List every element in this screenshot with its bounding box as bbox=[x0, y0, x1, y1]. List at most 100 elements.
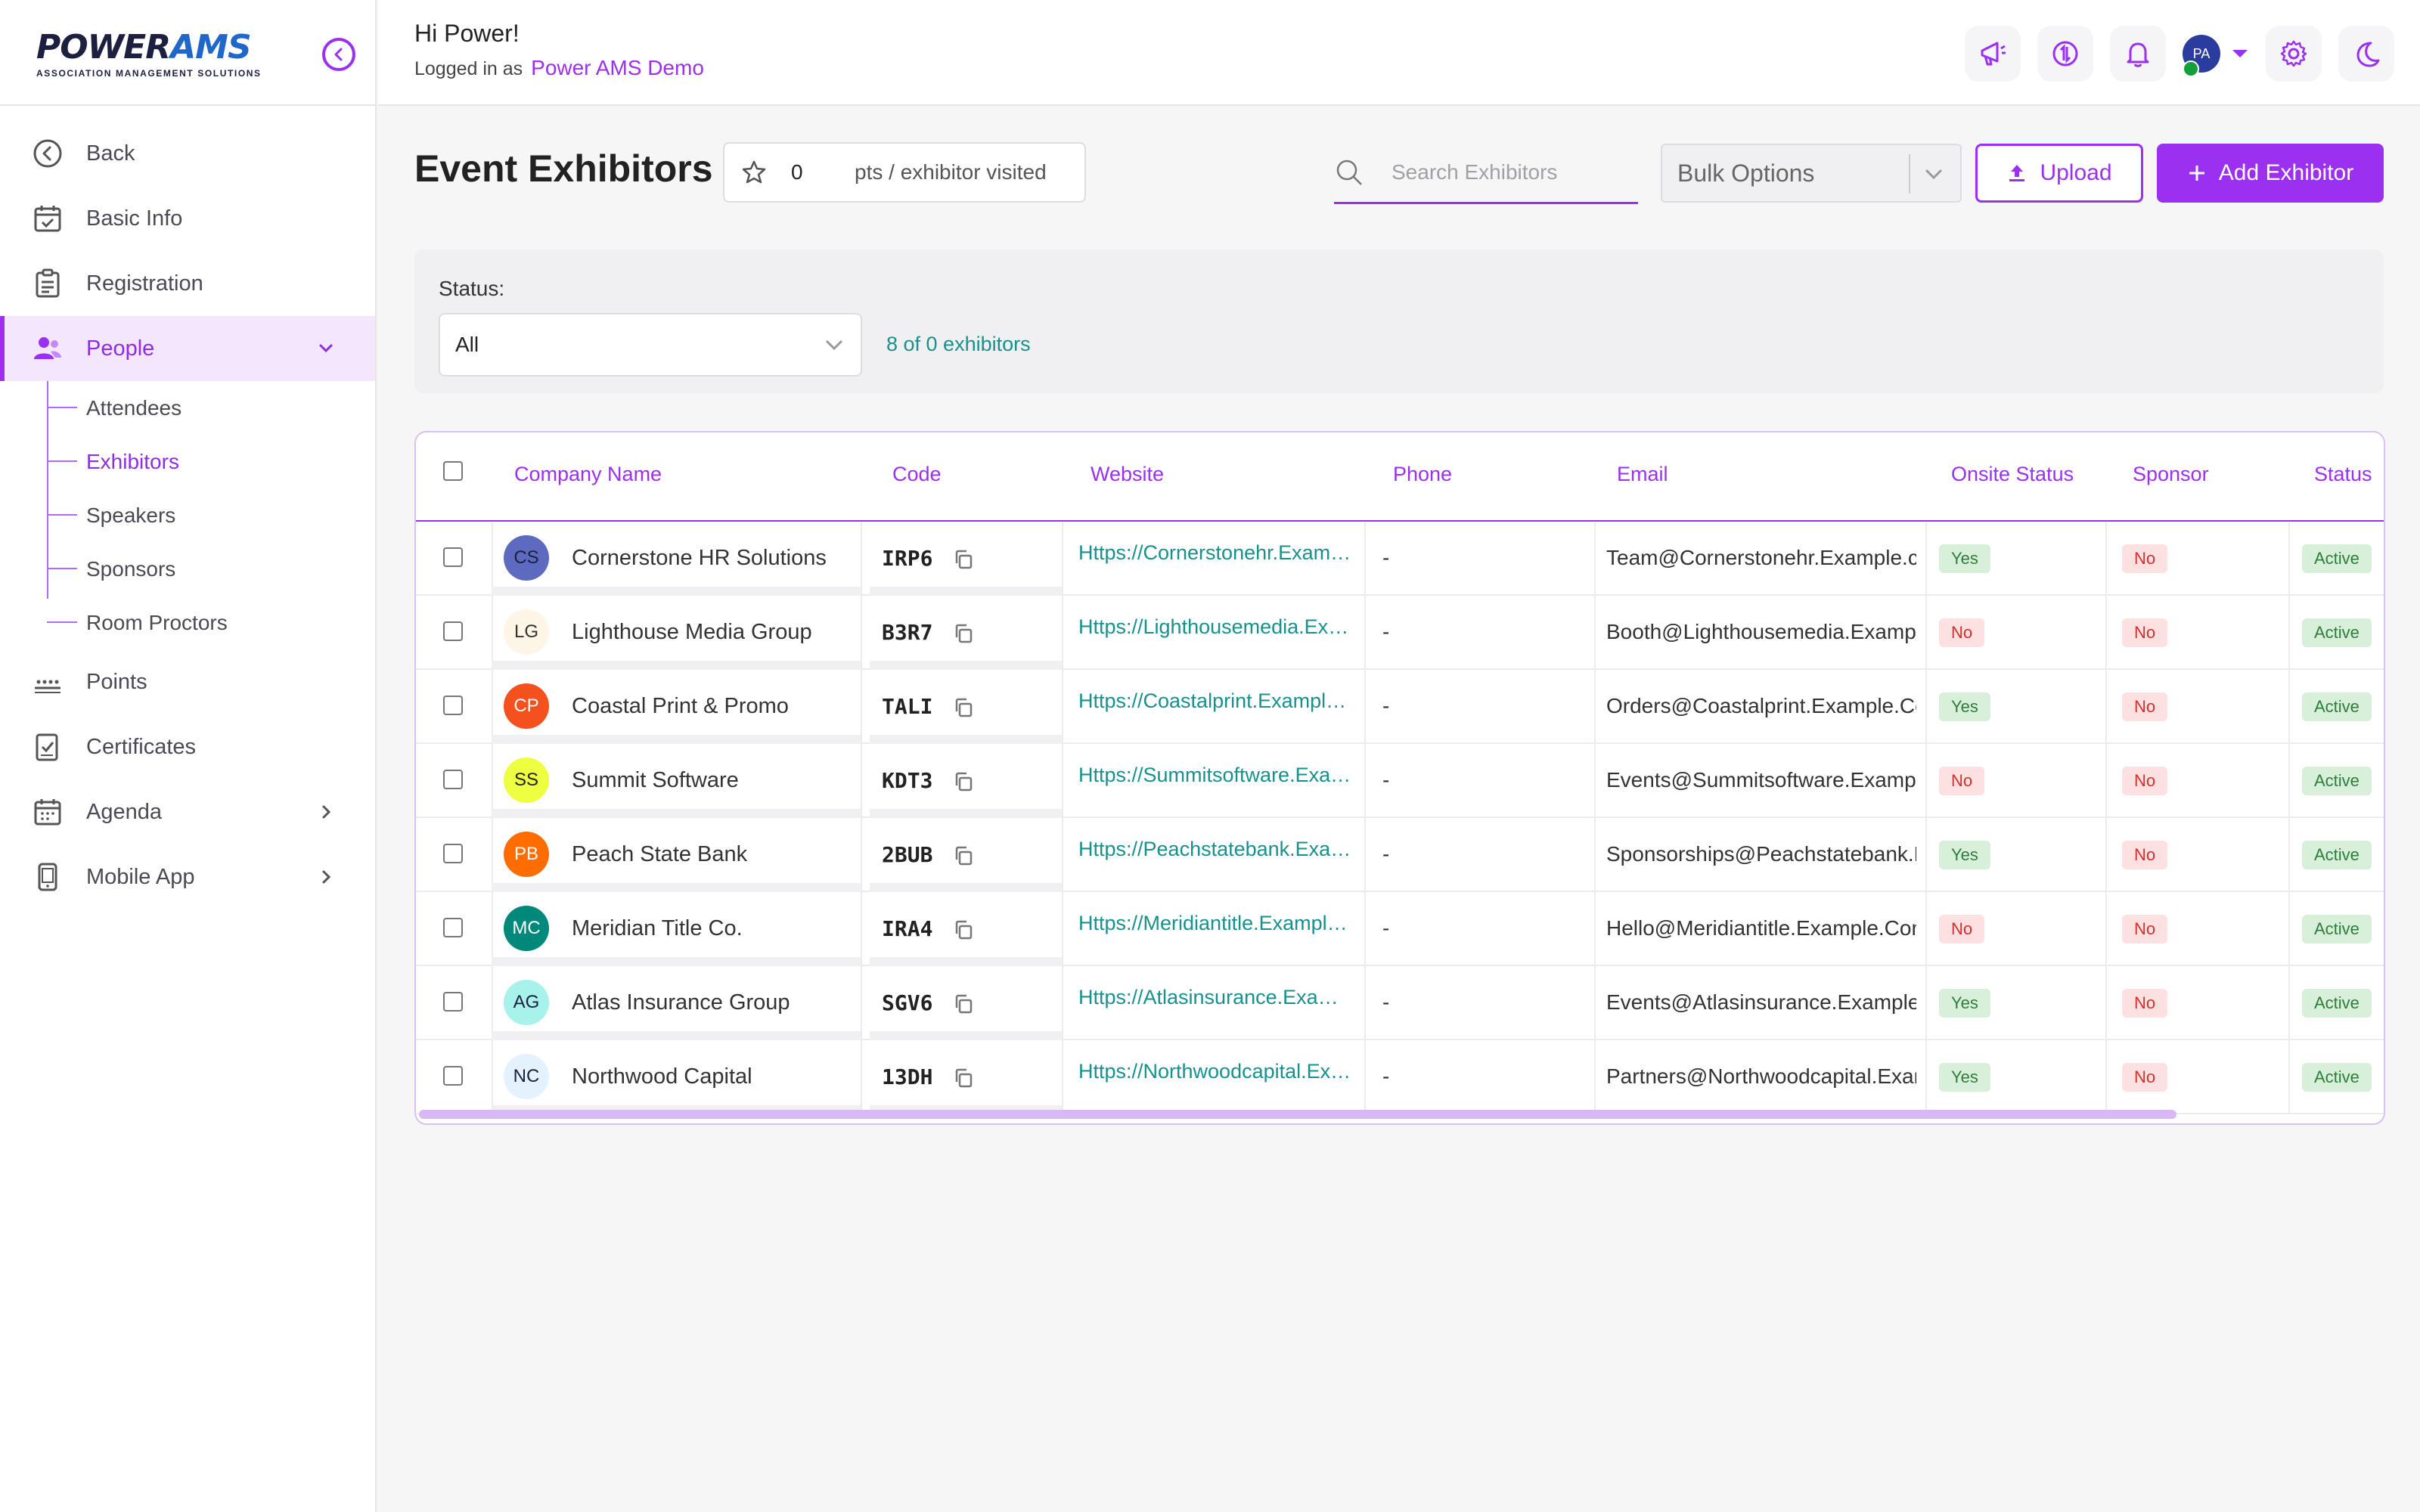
points-per-visit-field[interactable]: 0 pts / exhibitor visited bbox=[723, 142, 1086, 203]
company-name[interactable]: Northwood Capital bbox=[572, 1064, 752, 1089]
website-link[interactable]: Https://Summitsoftware.Example.com bbox=[1078, 764, 1354, 787]
table-row[interactable]: AG Atlas Insurance Group SGV6 Https://Atlas… bbox=[416, 966, 2384, 1040]
bulk-options-select[interactable]: Bulk Options bbox=[1661, 144, 1962, 203]
column-divider bbox=[1364, 670, 1366, 742]
phone-value: - bbox=[1382, 1064, 1390, 1088]
copy-icon[interactable] bbox=[953, 771, 974, 792]
row-checkbox[interactable] bbox=[443, 1066, 463, 1086]
mobile-icon bbox=[30, 860, 65, 894]
row-checkbox[interactable] bbox=[443, 844, 463, 863]
phone-value: - bbox=[1382, 916, 1390, 940]
company-name[interactable]: Coastal Print & Promo bbox=[572, 694, 789, 719]
status-filter-select[interactable]: All bbox=[439, 313, 862, 376]
search-exhibitors[interactable]: Search Exhibitors bbox=[1334, 142, 1638, 204]
company-name[interactable]: Peach State Bank bbox=[572, 842, 747, 867]
table-row[interactable]: LG Lighthouse Media Group B3R7 Https://Ligh… bbox=[416, 596, 2384, 670]
table-row[interactable]: MC Meridian Title Co. IRA4 Https://Meridian… bbox=[416, 892, 2384, 966]
column-header-code[interactable]: Code bbox=[892, 463, 942, 486]
sidebar-item-exhibitors[interactable]: Exhibitors bbox=[47, 435, 375, 488]
sidebar-item-people[interactable]: People bbox=[0, 316, 375, 381]
upload-button[interactable]: Upload bbox=[1975, 144, 2143, 203]
user-menu[interactable]: PA bbox=[2183, 35, 2249, 77]
column-divider bbox=[1594, 670, 1596, 742]
copy-icon[interactable] bbox=[953, 549, 974, 570]
row-checkbox[interactable] bbox=[443, 696, 463, 715]
column-divider bbox=[861, 1040, 862, 1113]
website-link[interactable]: Https://Coastalprint.Example.com bbox=[1078, 689, 1354, 713]
website-link[interactable]: Https://Peachstatebank.Example.com bbox=[1078, 838, 1354, 861]
sidebar-item-back[interactable]: Back bbox=[0, 121, 375, 186]
announcements-button[interactable] bbox=[1965, 26, 2021, 82]
website-link[interactable]: Https://Meridiantitle.Example.com bbox=[1078, 912, 1354, 935]
column-divider bbox=[1925, 670, 1927, 742]
sidebar-item-points[interactable]: Points bbox=[0, 649, 375, 714]
add-exhibitor-button[interactable]: Add Exhibitor bbox=[2157, 144, 2384, 203]
column-header-sponsor[interactable]: Sponsor bbox=[2133, 463, 2209, 486]
search-input[interactable]: Search Exhibitors bbox=[1392, 160, 1557, 184]
sidebar-item-label: Basic Info bbox=[86, 206, 183, 231]
subnav-tick bbox=[47, 621, 77, 623]
sidebar-item-speakers[interactable]: Speakers bbox=[47, 488, 375, 542]
copy-icon[interactable] bbox=[953, 697, 974, 718]
website-link[interactable]: Https://Lighthousemedia.Example.com bbox=[1078, 615, 1354, 639]
logo[interactable]: POWERAMS ASSOCIATION MANAGEMENT SOLUTION… bbox=[36, 29, 262, 79]
gear-icon bbox=[2280, 40, 2307, 67]
table-row[interactable]: SS Summit Software KDT3 Https://Summitsoftw… bbox=[416, 744, 2384, 818]
row-checkbox[interactable] bbox=[443, 621, 463, 641]
column-divider bbox=[2105, 670, 2107, 742]
row-checkbox[interactable] bbox=[443, 992, 463, 1012]
copy-icon[interactable] bbox=[953, 919, 974, 940]
horizontal-scrollbar[interactable] bbox=[419, 1110, 2176, 1119]
sidebar-item-registration[interactable]: Registration bbox=[0, 251, 375, 316]
sidebar-subitem-label: Speakers bbox=[86, 503, 176, 527]
dark-mode-toggle[interactable] bbox=[2338, 26, 2394, 82]
copy-icon[interactable] bbox=[953, 845, 974, 866]
chevron-down-icon bbox=[1925, 169, 1942, 180]
table-row[interactable]: CP Coastal Print & Promo TALI Https://Coast… bbox=[416, 670, 2384, 744]
column-header-company[interactable]: Company Name bbox=[514, 463, 662, 486]
company-name[interactable]: Lighthouse Media Group bbox=[572, 620, 812, 645]
company-name[interactable]: Meridian Title Co. bbox=[572, 916, 743, 941]
sidebar-item-basic-info[interactable]: Basic Info bbox=[0, 186, 375, 251]
points-value[interactable]: 0 bbox=[791, 160, 836, 184]
settings-button[interactable] bbox=[2266, 26, 2322, 82]
select-all-checkbox[interactable] bbox=[443, 461, 463, 481]
column-header-website[interactable]: Website bbox=[1091, 463, 1164, 486]
copy-icon[interactable] bbox=[953, 1067, 974, 1089]
company-name[interactable]: Atlas Insurance Group bbox=[572, 990, 790, 1015]
column-divider bbox=[861, 966, 862, 1039]
sidebar-item-room-proctors[interactable]: Room Proctors bbox=[47, 596, 375, 649]
sidebar-item-mobile-app[interactable]: Mobile App bbox=[0, 844, 375, 909]
exhibitor-code: KDT3 bbox=[882, 768, 933, 793]
website-link[interactable]: Https://Cornerstonehr.Example.com bbox=[1078, 541, 1354, 565]
cell-shade bbox=[870, 735, 1062, 744]
column-divider bbox=[2288, 670, 2290, 742]
table-row[interactable]: NC Northwood Capital 13DH Https://Northwood… bbox=[416, 1040, 2384, 1114]
top-header: Hi Power! Logged in as Power AMS Demo PA bbox=[378, 0, 2420, 106]
column-header-phone[interactable]: Phone bbox=[1393, 463, 1452, 486]
sidebar-item-certificates[interactable]: Certificates bbox=[0, 714, 375, 779]
copy-icon[interactable] bbox=[953, 623, 974, 644]
collapse-sidebar-button[interactable] bbox=[322, 38, 355, 71]
notifications-button[interactable] bbox=[2110, 26, 2166, 82]
row-checkbox[interactable] bbox=[443, 547, 463, 567]
website-link[interactable]: Https://Atlasinsurance.Example.com bbox=[1078, 986, 1354, 1009]
sidebar-item-agenda[interactable]: Agenda bbox=[0, 779, 375, 844]
row-checkbox[interactable] bbox=[443, 918, 463, 937]
sponsor-badge: No bbox=[2122, 618, 2168, 647]
sidebar-item-sponsors[interactable]: Sponsors bbox=[47, 542, 375, 596]
column-header-status[interactable]: Status bbox=[2314, 463, 2372, 486]
company-name[interactable]: Cornerstone HR Solutions bbox=[572, 546, 827, 571]
points-label: pts / exhibitor visited bbox=[855, 160, 1047, 184]
column-header-email[interactable]: Email bbox=[1617, 463, 1668, 486]
column-header-onsite-status[interactable]: Onsite Status bbox=[1951, 463, 2074, 486]
account-link[interactable]: Power AMS Demo bbox=[531, 56, 704, 79]
company-name[interactable]: Summit Software bbox=[572, 768, 739, 793]
sidebar-item-attendees[interactable]: Attendees bbox=[47, 381, 375, 435]
copy-icon[interactable] bbox=[953, 993, 974, 1015]
row-checkbox[interactable] bbox=[443, 770, 463, 789]
table-row[interactable]: PB Peach State Bank 2BUB Https://Peachstate… bbox=[416, 818, 2384, 892]
table-row[interactable]: CS Cornerstone HR Solutions IRP6 Https://Co… bbox=[416, 522, 2384, 596]
website-link[interactable]: Https://Northwoodcapital.Example.com bbox=[1078, 1060, 1354, 1083]
sync-button[interactable] bbox=[2037, 26, 2093, 82]
